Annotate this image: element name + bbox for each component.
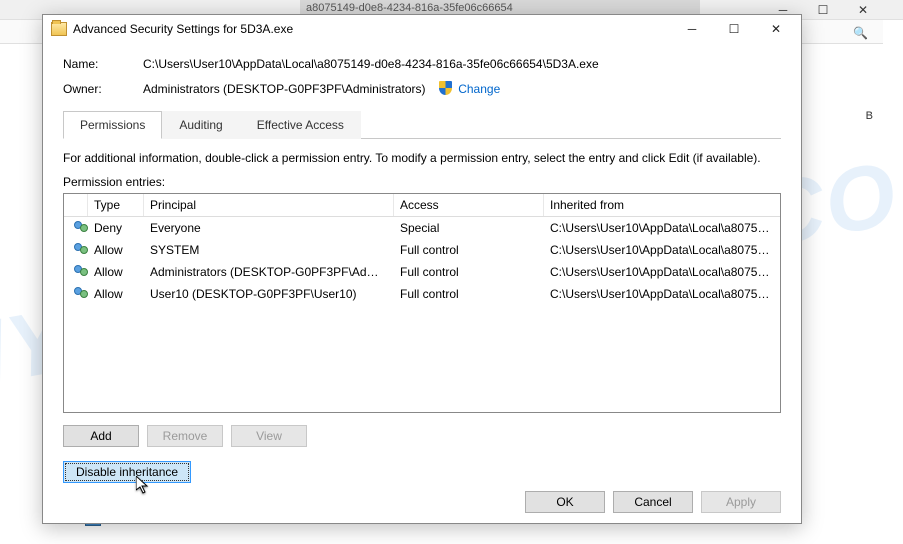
col-inherited[interactable]: Inherited from [544,194,780,216]
cell-inherited: C:\Users\User10\AppData\Local\a8075149-d… [544,263,780,281]
principal-icon [74,265,88,279]
entry-buttons: Add Remove View [63,425,781,447]
dialog-titlebar[interactable]: Advanced Security Settings for 5D3A.exe … [43,15,801,43]
tabs: Permissions Auditing Effective Access [63,110,781,139]
table-row[interactable]: AllowAdministrators (DESKTOP-G0PF3PF\Adm… [64,261,780,283]
col-principal[interactable]: Principal [144,194,394,216]
tab-effective-access[interactable]: Effective Access [240,111,361,139]
apply-button: Apply [701,491,781,513]
change-owner-link[interactable]: Change [458,82,500,96]
cell-type: Allow [88,241,144,259]
advanced-security-dialog: Advanced Security Settings for 5D3A.exe … [42,14,802,524]
tab-auditing[interactable]: Auditing [162,111,239,139]
cell-type: Allow [88,263,144,281]
search-icon[interactable]: 🔍 [853,26,873,46]
owner-row: Owner: Administrators (DESKTOP-G0PF3PF\A… [63,81,781,96]
explorer-maximize-button[interactable]: ☐ [803,0,843,20]
view-button: View [231,425,307,447]
cell-access: Special [394,219,544,237]
filesize-column-hint: B [866,110,873,122]
add-button[interactable]: Add [63,425,139,447]
owner-label: Owner: [63,82,143,96]
table-header: Type Principal Access Inherited from [64,194,780,217]
owner-value: Administrators (DESKTOP-G0PF3PF\Administ… [143,81,500,96]
name-value: C:\Users\User10\AppData\Local\a8075149-d… [143,57,599,71]
cell-principal: SYSTEM [144,241,394,259]
principal-icon [74,243,88,257]
explorer-close-button[interactable]: ✕ [843,0,883,20]
cancel-button[interactable]: Cancel [613,491,693,513]
folder-icon [51,22,67,36]
maximize-button[interactable]: ☐ [713,16,755,42]
cell-access: Full control [394,263,544,281]
principal-icon [74,221,88,235]
name-row: Name: C:\Users\User10\AppData\Local\a807… [63,57,781,71]
dialog-buttons: OK Cancel Apply [63,483,781,513]
principal-icon [74,287,88,301]
shield-icon [439,81,452,95]
permission-entries-table[interactable]: Type Principal Access Inherited from Den… [63,193,781,413]
permission-entries-label: Permission entries: [63,175,781,189]
close-button[interactable]: ✕ [755,16,797,42]
ok-button[interactable]: OK [525,491,605,513]
col-type[interactable]: Type [88,194,144,216]
cell-access: Full control [394,241,544,259]
cell-principal: Everyone [144,219,394,237]
cell-inherited: C:\Users\User10\AppData\Local\a8075149-d… [544,219,780,237]
dialog-title: Advanced Security Settings for 5D3A.exe [73,22,671,36]
table-row[interactable]: AllowUser10 (DESKTOP-G0PF3PF\User10)Full… [64,283,780,305]
tab-permissions[interactable]: Permissions [63,111,162,139]
cell-inherited: C:\Users\User10\AppData\Local\a8075149-d… [544,241,780,259]
minimize-button[interactable]: ─ [671,16,713,42]
cell-inherited: C:\Users\User10\AppData\Local\a8075149-d… [544,285,780,303]
col-access[interactable]: Access [394,194,544,216]
cell-principal: Administrators (DESKTOP-G0PF3PF\Admini..… [144,263,394,281]
cell-principal: User10 (DESKTOP-G0PF3PF\User10) [144,285,394,303]
help-text: For additional information, double-click… [63,151,781,165]
cell-type: Allow [88,285,144,303]
remove-button: Remove [147,425,223,447]
name-label: Name: [63,57,143,71]
cell-type: Deny [88,219,144,237]
table-row[interactable]: DenyEveryoneSpecialC:\Users\User10\AppDa… [64,217,780,239]
cell-access: Full control [394,285,544,303]
table-row[interactable]: AllowSYSTEMFull controlC:\Users\User10\A… [64,239,780,261]
disable-inheritance-button[interactable]: Disable inheritance [63,461,191,483]
